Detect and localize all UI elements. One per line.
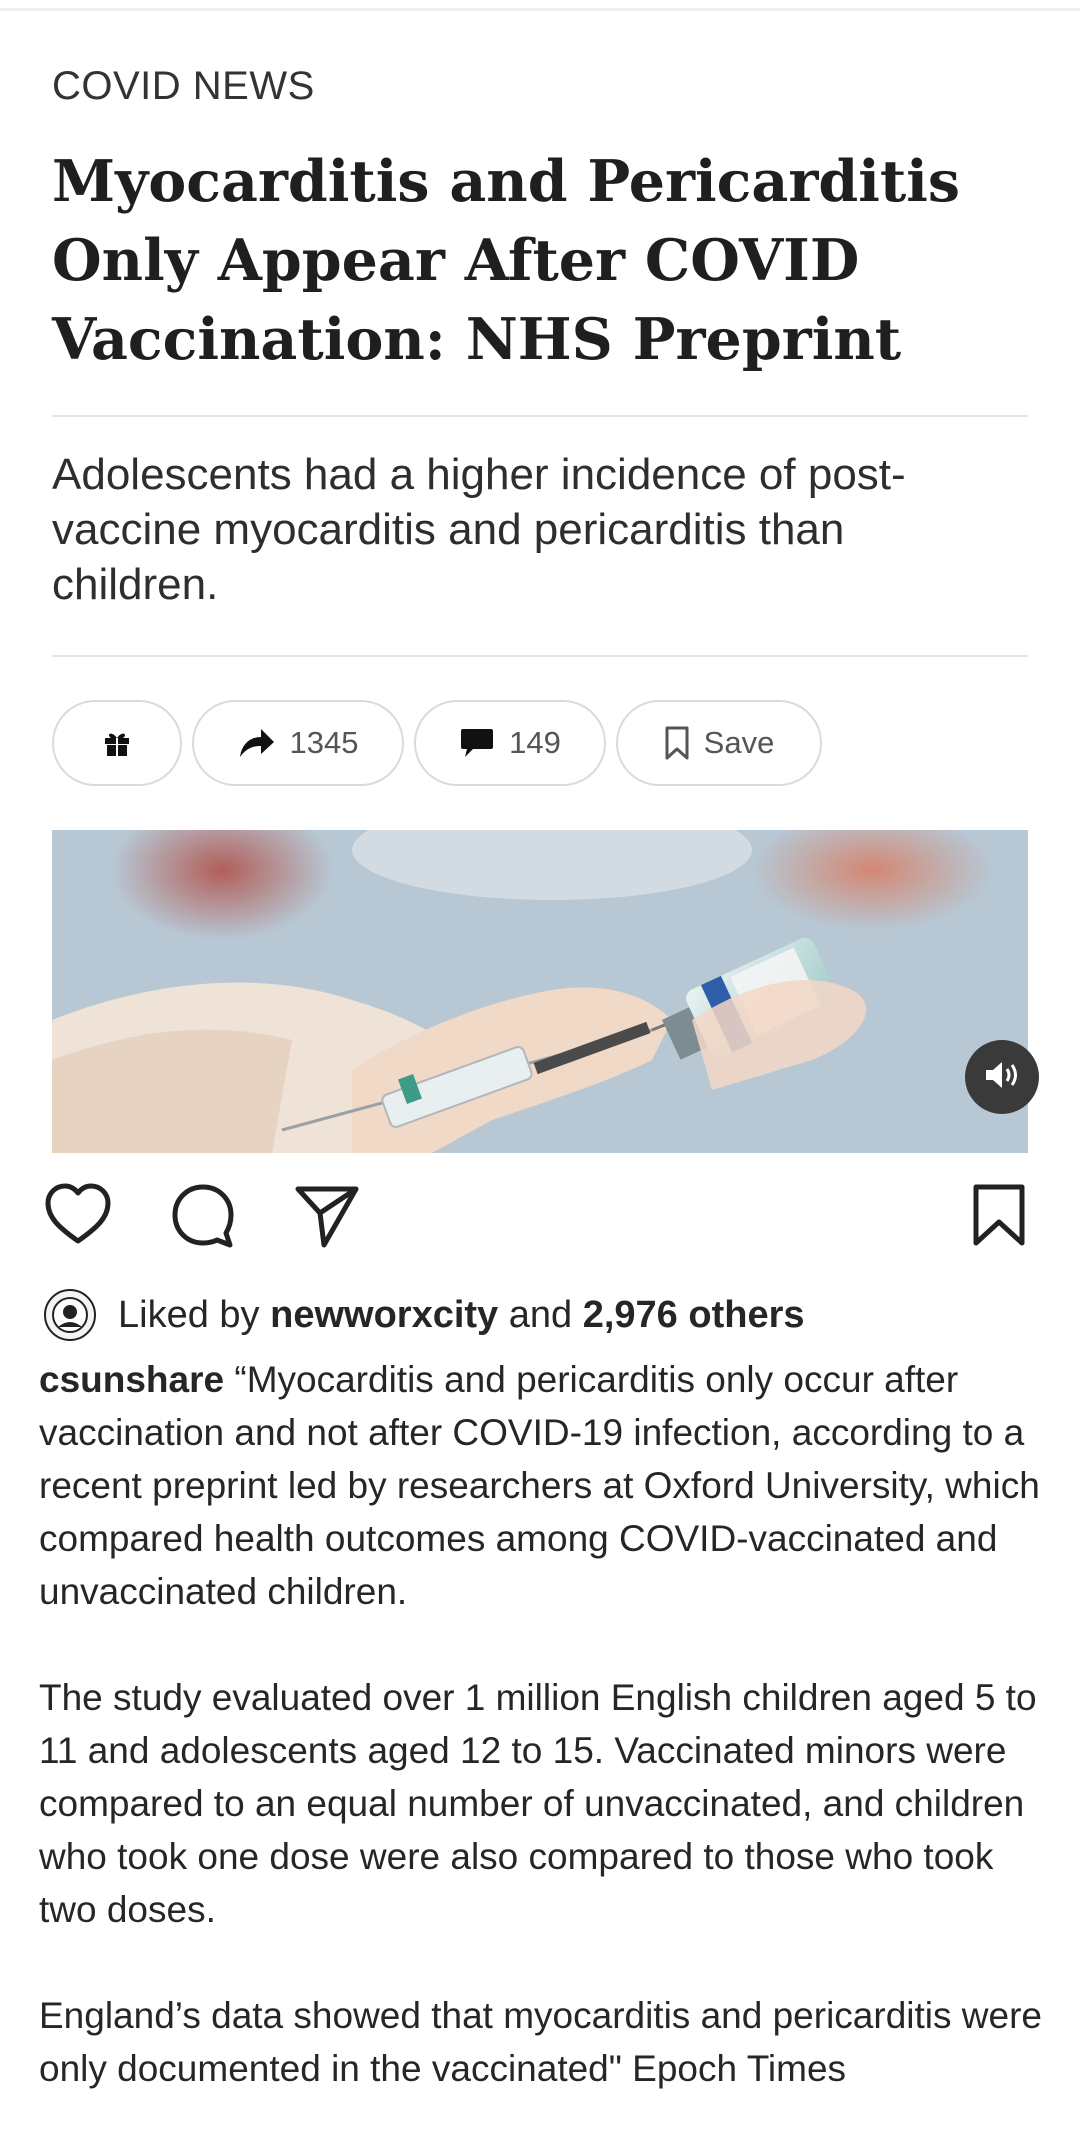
post-action-bar [0, 1183, 1080, 1253]
save-icon[interactable] [971, 1183, 1027, 1252]
caption-username[interactable]: csunshare [39, 1359, 224, 1400]
avatar[interactable] [44, 1289, 96, 1341]
comments-button[interactable]: 149 [414, 700, 606, 786]
article-photo [52, 830, 1028, 1153]
article-headline: Myocarditis and Pericarditis Only Appear… [52, 148, 960, 373]
likes-text: Liked by newworxcity and 2,976 others [118, 1293, 805, 1336]
gift-button[interactable] [52, 700, 182, 786]
share-button[interactable]: 1345 [192, 700, 404, 786]
divider [52, 655, 1028, 657]
save-button[interactable]: Save [616, 700, 822, 786]
comment-icon[interactable] [170, 1183, 236, 1254]
liked-by-user[interactable]: newworxcity [270, 1294, 498, 1336]
likes-row: Liked by newworxcity and 2,976 others [44, 1288, 805, 1342]
likes-count[interactable]: 2,976 others [583, 1294, 805, 1336]
article-subhead: Adolescents had a higher incidence of po… [52, 450, 906, 609]
heart-icon[interactable] [44, 1183, 112, 1252]
share-count: 1345 [289, 725, 359, 760]
speaker-icon [983, 1058, 1021, 1097]
post-caption: csunshare “Myocarditis and pericarditis … [39, 1353, 1049, 2148]
comment-count: 149 [509, 725, 561, 760]
audio-toggle-button[interactable] [965, 1040, 1039, 1114]
bookmark-icon [664, 726, 690, 760]
divider [52, 415, 1028, 417]
send-icon[interactable] [294, 1183, 360, 1254]
share-arrow-icon [238, 727, 276, 759]
save-label: Save [703, 725, 775, 760]
gift-icon [101, 727, 133, 759]
comment-bubble-icon [459, 727, 495, 759]
article-kicker: COVID NEWS [52, 64, 315, 108]
caption-paragraph: England’s data showed that myocarditis a… [39, 1995, 1042, 2089]
top-divider [0, 8, 1080, 11]
caption-paragraph: The study evaluated over 1 million Engli… [39, 1677, 1037, 1930]
